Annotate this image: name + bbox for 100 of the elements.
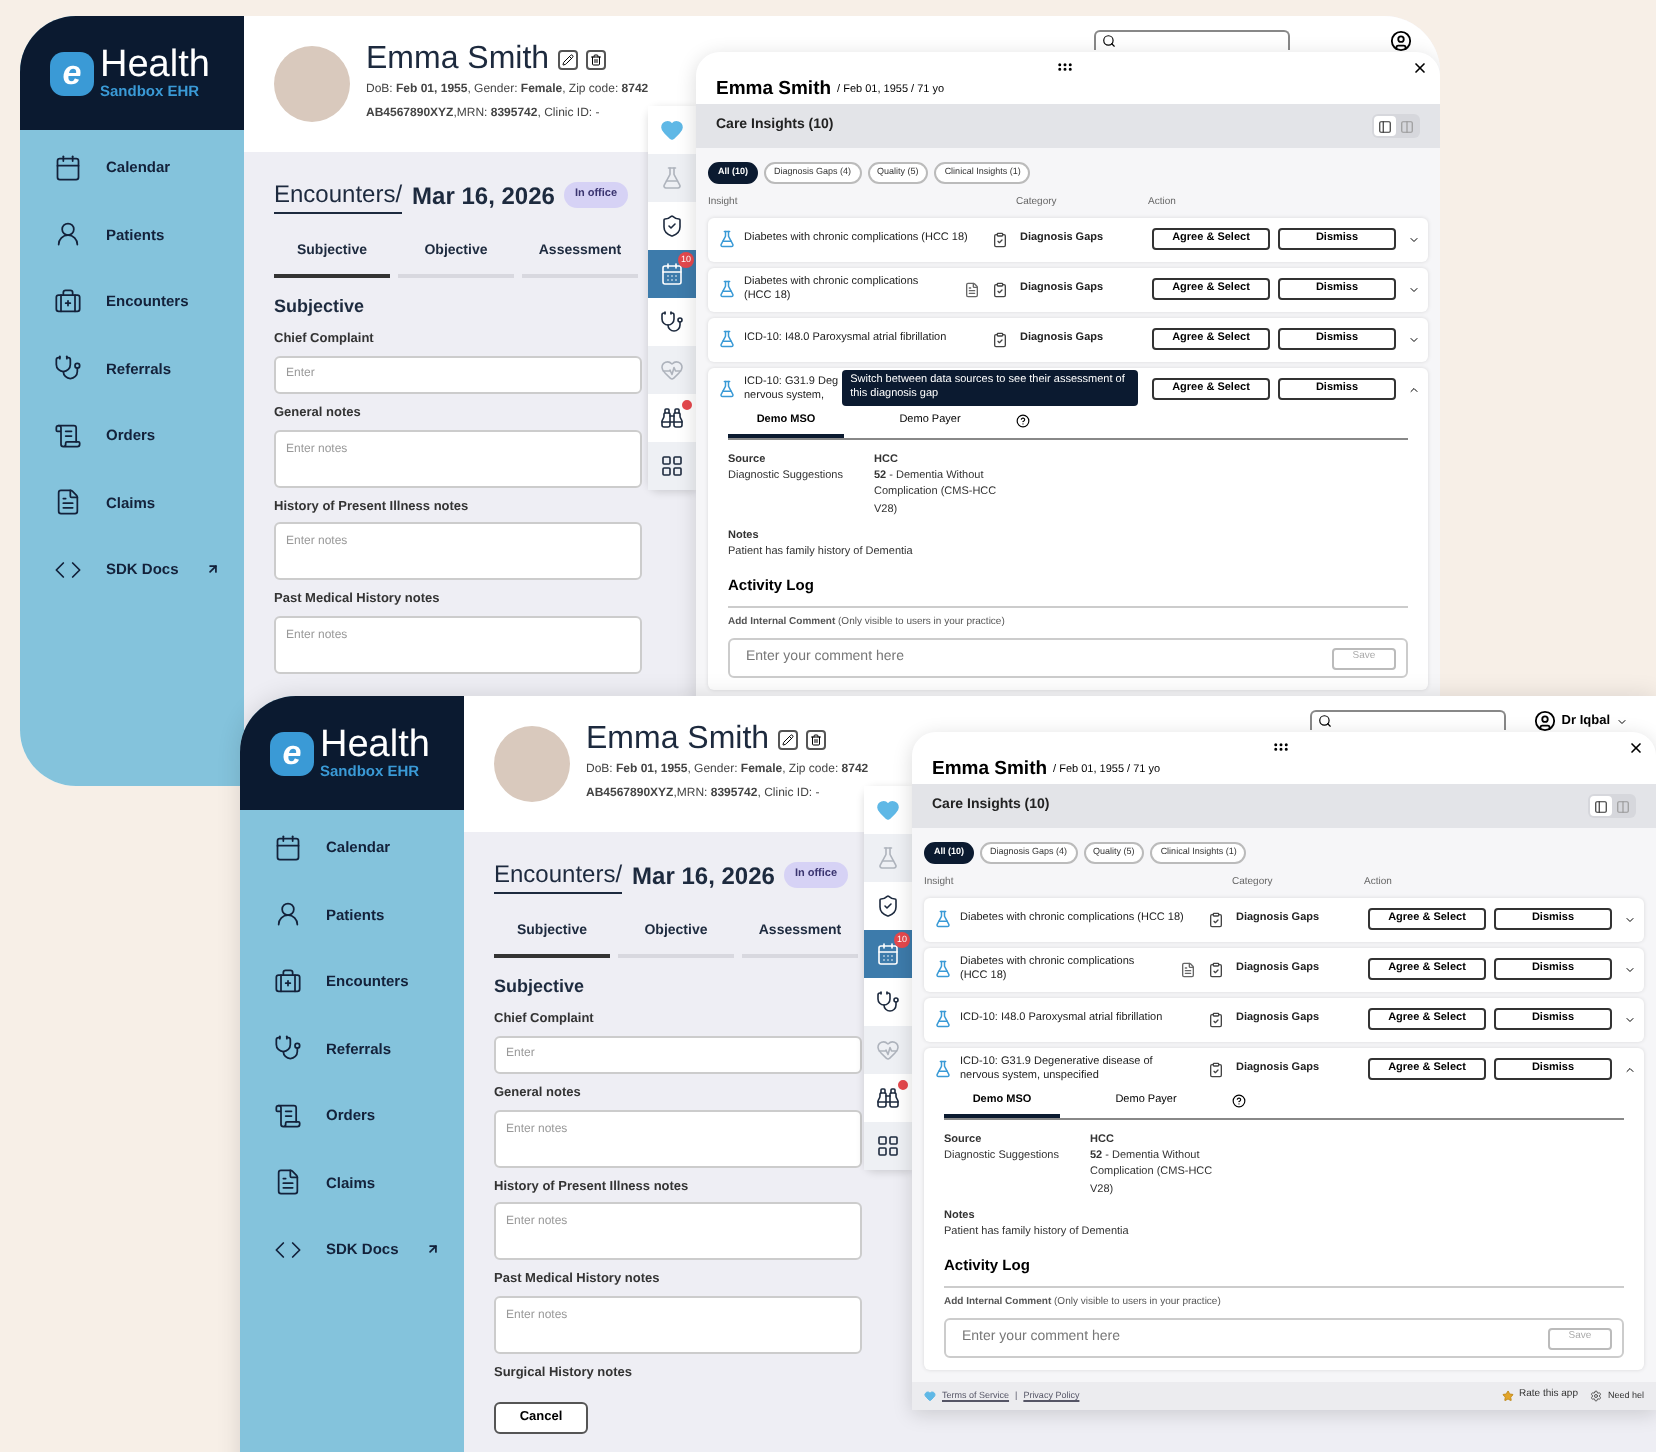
- brand-name: Health: [320, 726, 430, 765]
- stethoscope-icon: [876, 990, 900, 1014]
- chevron-up-icon[interactable]: [1408, 383, 1420, 395]
- flask-icon: [876, 846, 900, 870]
- view-toggle[interactable]: [1396, 116, 1418, 136]
- rail-button[interactable]: [864, 882, 912, 930]
- avatar-placeholder: [274, 46, 350, 122]
- grid-icon: [876, 1134, 900, 1158]
- drag-handle-icon[interactable]: [1272, 738, 1290, 756]
- drag-handle-icon[interactable]: [1056, 58, 1074, 76]
- flask-icon: [718, 330, 736, 348]
- logo-mark: e: [270, 731, 314, 775]
- search-icon: [1318, 714, 1332, 728]
- chevron-down-icon[interactable]: [1408, 233, 1420, 245]
- panel-patient-name: Emma Smith: [932, 759, 1048, 778]
- search-icon: [1102, 34, 1116, 48]
- grid-icon: [660, 454, 684, 478]
- gear-icon: [1589, 1390, 1602, 1402]
- rail-button[interactable]: [864, 1074, 912, 1122]
- user-icon: [1533, 710, 1556, 732]
- chevron-down-icon[interactable]: [1624, 1013, 1636, 1025]
- flask-icon: [934, 1060, 952, 1078]
- heart-pulse-icon: [660, 358, 684, 382]
- edit-button[interactable]: [557, 50, 578, 70]
- chevron-down-icon[interactable]: [1624, 913, 1636, 925]
- stethoscope-icon: [660, 310, 684, 334]
- clipboard-icon: [992, 331, 1008, 347]
- document-icon: [274, 1168, 302, 1197]
- logo-mark: e: [50, 51, 94, 95]
- patient-name: Emma Smith: [586, 724, 770, 756]
- shield-check-icon: [876, 894, 900, 918]
- document-icon: [54, 488, 82, 517]
- star-icon: [1501, 1390, 1514, 1402]
- search-field[interactable]: [1310, 710, 1506, 730]
- medical-case-icon: [54, 287, 82, 316]
- heart-icon: [660, 118, 684, 142]
- split-panel-icon: [1616, 799, 1630, 813]
- person-icon: [274, 900, 302, 929]
- calendar-icon: [274, 833, 302, 862]
- flask-icon: [660, 166, 684, 190]
- rail-button[interactable]: [864, 1122, 912, 1170]
- encounter-date: Mar 16, 2026: [412, 179, 555, 213]
- flask-icon: [718, 280, 736, 298]
- view-toggle[interactable]: [1590, 796, 1612, 816]
- flask-icon: [934, 960, 952, 978]
- stethoscope-icon: [54, 354, 82, 383]
- clipboard-icon: [1208, 961, 1224, 977]
- person-icon: [54, 220, 82, 249]
- chevron-down-icon[interactable]: [1624, 963, 1636, 975]
- calendar-icon: [876, 942, 900, 966]
- rail-button[interactable]: [648, 394, 696, 442]
- close-icon[interactable]: [1412, 60, 1428, 76]
- rail-button[interactable]: [864, 978, 912, 1026]
- trash-icon: [809, 734, 822, 746]
- avatar-placeholder: [494, 726, 570, 802]
- pencil-icon: [781, 734, 794, 746]
- encounter-date: Mar 16, 2026: [632, 859, 775, 893]
- help-icon[interactable]: [1016, 414, 1030, 429]
- single-panel-icon: [1594, 799, 1608, 813]
- clipboard-icon: [1208, 1061, 1224, 1077]
- single-panel-icon: [1378, 119, 1392, 133]
- rail-button[interactable]: [648, 442, 696, 490]
- scroll-icon: [274, 1101, 302, 1130]
- split-panel-icon: [1400, 119, 1414, 133]
- patient-name: Emma Smith: [366, 44, 550, 76]
- panel-patient-name: Emma Smith: [716, 79, 832, 98]
- chevron-down-icon: [1616, 715, 1628, 727]
- brand-name: Health: [100, 46, 210, 85]
- flask-icon: [718, 380, 736, 398]
- search-field[interactable]: [1094, 30, 1290, 50]
- flask-icon: [718, 230, 736, 248]
- scroll-icon: [54, 421, 82, 450]
- heart-pulse-icon: [876, 1038, 900, 1062]
- trash-icon: [589, 54, 602, 66]
- rail-button[interactable]: [648, 202, 696, 250]
- edit-button[interactable]: [777, 730, 798, 750]
- binoculars-icon: [660, 406, 684, 430]
- pencil-icon: [561, 54, 574, 66]
- flask-icon: [934, 910, 952, 928]
- medical-case-icon: [274, 967, 302, 996]
- view-toggle[interactable]: [1374, 116, 1396, 136]
- view-toggle[interactable]: [1612, 796, 1634, 816]
- stethoscope-icon: [274, 1034, 302, 1063]
- chevron-down-icon[interactable]: [1408, 283, 1420, 295]
- calendar-icon: [54, 153, 82, 182]
- delete-button[interactable]: [585, 50, 606, 70]
- delete-button[interactable]: [805, 730, 826, 750]
- clipboard-icon: [992, 281, 1008, 297]
- chevron-up-icon[interactable]: [1624, 1063, 1636, 1075]
- binoculars-icon: [876, 1086, 900, 1110]
- close-icon[interactable]: [1628, 740, 1644, 756]
- user-icon: [1390, 30, 1412, 52]
- clipboard-icon: [992, 231, 1008, 247]
- chevron-down-icon[interactable]: [1408, 333, 1420, 345]
- encounter-title: Encounters/: [274, 176, 403, 214]
- calendar-icon: [660, 262, 684, 286]
- rail-button[interactable]: [648, 298, 696, 346]
- help-icon[interactable]: [1232, 1094, 1246, 1109]
- clipboard-icon: [1208, 911, 1224, 927]
- section-title: Subjective: [274, 293, 367, 320]
